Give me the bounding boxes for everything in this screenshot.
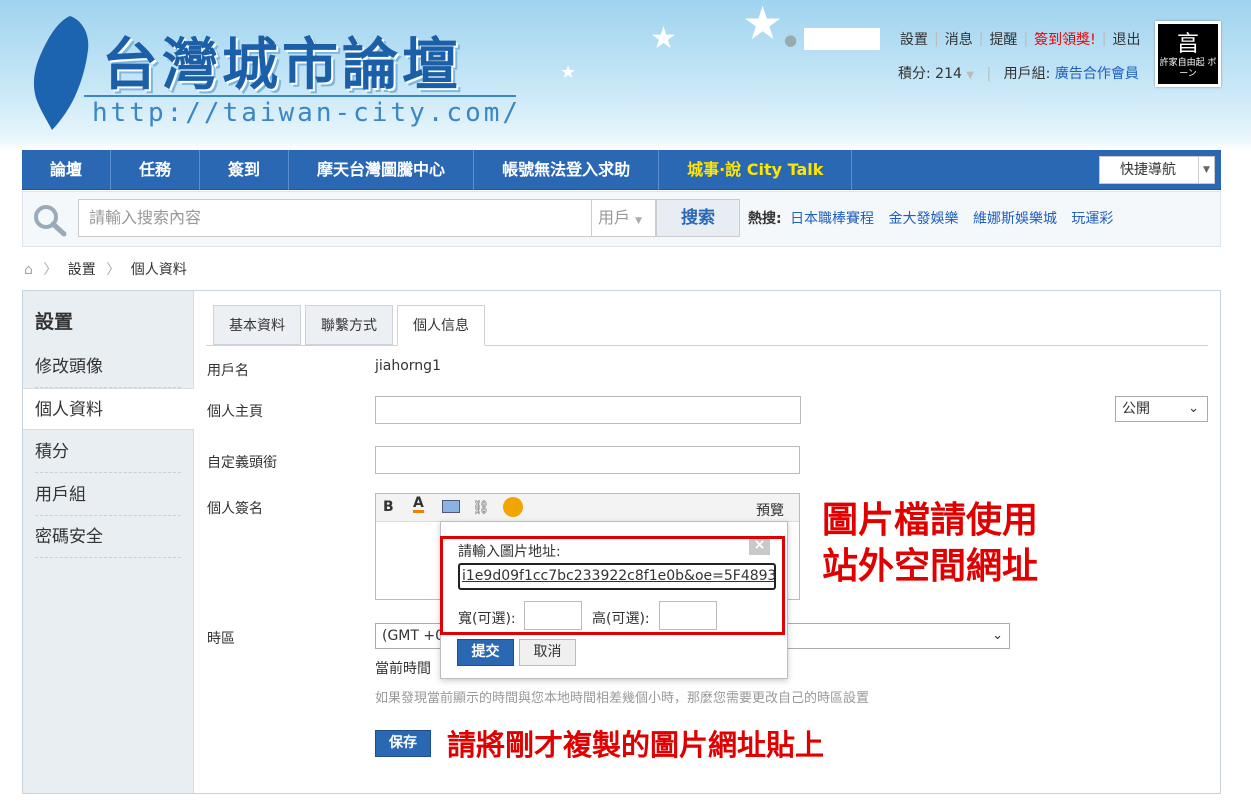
hot-search-label: 熱搜: — [748, 211, 782, 227]
user-links: ● 設置 | 消息 | 提醒 | 簽到領獎! | 退出 — [784, 28, 1147, 50]
chevron-down-icon: ▼ — [635, 216, 643, 226]
emoji-icon[interactable] — [503, 497, 523, 517]
nav-item-totem-center[interactable]: 摩天台灣圖騰中心 — [289, 150, 475, 190]
hot-search-link[interactable]: 維娜斯娛樂城 — [973, 211, 1057, 227]
chevron-right-icon: 〉 — [43, 262, 58, 278]
username-value: jiahorng1 — [375, 358, 441, 374]
bold-button[interactable]: B — [383, 499, 394, 515]
tab-contact[interactable]: 聯繫方式 — [305, 305, 393, 345]
chevron-right-icon: 〉 — [106, 262, 121, 278]
tab-basic-info[interactable]: 基本資料 — [213, 305, 301, 345]
sidebar-item-usergroup[interactable]: 用戶組 — [35, 474, 181, 516]
hot-search-link[interactable]: 金大發娛樂 — [889, 211, 959, 227]
tab-personal-info[interactable]: 個人信息 — [397, 305, 485, 346]
star-decoration-icon: ★ — [560, 62, 577, 83]
chevron-down-icon[interactable]: ▼ — [966, 70, 974, 81]
sidebar-item-points[interactable]: 積分 — [35, 431, 181, 473]
chevron-down-icon: ▼ — [1198, 157, 1214, 183]
usergroup-label: 用戶組: — [1003, 66, 1051, 82]
logo-url: http://taiwan-city.com/ — [92, 98, 522, 128]
usergroup-link[interactable]: 廣告合作會員 — [1055, 66, 1139, 82]
search-icon — [34, 205, 67, 237]
chevron-down-icon: ⌄ — [1188, 401, 1199, 416]
annotation-note: 圖片檔請使用 站外空間網址 — [822, 498, 1038, 590]
points-link[interactable]: 積分: 214 — [898, 66, 962, 82]
separator: | — [986, 66, 992, 82]
nav-item-tasks[interactable]: 任務 — [111, 150, 201, 190]
username-link[interactable] — [804, 28, 880, 50]
homepage-input[interactable] — [375, 396, 801, 424]
breadcrumb-profile: 個人資料 — [130, 262, 187, 278]
sidebar-item-password[interactable]: 密碼安全 — [35, 516, 181, 558]
breadcrumb-settings[interactable]: 設置 — [68, 262, 96, 278]
avatar-text: 許家自由起 ボーン — [1159, 58, 1217, 80]
search-type-select[interactable]: 用戶 ▼ — [592, 199, 656, 237]
user-icon: ● — [784, 31, 798, 49]
star-decoration-icon: ★ — [742, 0, 784, 50]
annotation-bottom: 請將剛才複製的圖片網址貼上 — [447, 728, 825, 762]
annotation-line-1: 圖片檔請使用 — [822, 500, 1039, 541]
editor-toolbar — [376, 494, 799, 522]
nav-item-city-talk[interactable]: 城事·說 City Talk — [659, 150, 853, 190]
signature-label: 個人簽名 — [207, 501, 263, 517]
main-nav: 論壇 任務 簽到 摩天台灣圖騰中心 帳號無法登入求助 城事·說 City Tal… — [22, 150, 1221, 190]
home-icon[interactable]: ⌂ — [24, 262, 33, 278]
timezone-hint: 如果發現當前顯示的時間與您本地時間相差幾個小時，那麼您需要更改自己的時區設置 — [375, 691, 870, 706]
hot-search-link[interactable]: 日本職棒賽程 — [790, 211, 874, 227]
breadcrumb: ⌂ 〉 設置 〉 個人資料 — [24, 259, 187, 279]
avatar-glyph-icon: 亯 — [1176, 32, 1199, 57]
privacy-value: 公開 — [1122, 401, 1150, 417]
search-button[interactable]: 搜索 — [656, 199, 740, 237]
settings-link[interactable]: 設置 — [894, 29, 934, 49]
reminders-link[interactable]: 提醒 — [983, 29, 1023, 49]
avatar[interactable]: 亯 許家自由起 ボーン — [1155, 21, 1221, 87]
nav-item-checkin[interactable]: 簽到 — [200, 150, 290, 190]
logo-divider — [84, 95, 516, 97]
quick-nav-button[interactable]: 快捷導航 ▼ — [1099, 156, 1215, 184]
submit-button[interactable]: 提交 — [457, 639, 514, 666]
star-decoration-icon: ★ — [650, 21, 677, 56]
homepage-label: 個人主頁 — [207, 404, 263, 420]
preview-button[interactable]: 預覽 — [756, 500, 784, 520]
chevron-down-icon: ⌄ — [992, 628, 1003, 643]
quick-nav-label: 快捷導航 — [1120, 162, 1176, 178]
settings-sidebar: 設置 修改頭像 個人資料 積分 用戶組 密碼安全 — [23, 291, 194, 793]
highlight-box — [440, 536, 785, 635]
taiwan-map-icon — [33, 16, 89, 130]
custom-title-input[interactable] — [375, 446, 800, 474]
timezone-value: (GMT +0 — [382, 628, 445, 644]
search-type-value: 用戶 — [598, 208, 631, 227]
link-icon[interactable]: ⛓ — [472, 500, 490, 516]
logo-title: 台灣城市論壇 — [102, 32, 462, 98]
nav-item-forum[interactable]: 論壇 — [22, 150, 112, 190]
timezone-label: 時區 — [207, 631, 235, 647]
sidebar-title: 設置 — [35, 311, 74, 333]
checkin-reward-link[interactable]: 簽到領獎! — [1028, 29, 1102, 49]
font-color-button[interactable]: A — [413, 496, 424, 513]
user-stats: 積分: 214 ▼ | 用戶組: 廣告合作會員 — [898, 63, 1139, 83]
image-icon[interactable] — [442, 500, 460, 513]
tab-divider — [206, 345, 1208, 346]
username-label: 用戶名 — [207, 363, 249, 379]
logout-link[interactable]: 退出 — [1107, 29, 1147, 49]
cancel-button[interactable]: 取消 — [519, 639, 576, 666]
hot-search-link[interactable]: 玩運彩 — [1071, 211, 1113, 227]
sidebar-item-profile[interactable]: 個人資料 — [23, 388, 194, 430]
save-button[interactable]: 保存 — [375, 730, 431, 757]
privacy-select[interactable]: 公開 ⌄ — [1115, 396, 1208, 422]
messages-link[interactable]: 消息 — [939, 29, 979, 49]
annotation-line-2: 站外空間網址 — [822, 546, 1039, 587]
sidebar-item-avatar[interactable]: 修改頭像 — [35, 346, 181, 388]
nav-item-login-help[interactable]: 帳號無法登入求助 — [474, 150, 660, 190]
custom-title-label: 自定義頭銜 — [207, 455, 277, 471]
hot-search: 熱搜: 日本職棒賽程 金大發娛樂 維娜斯娛樂城 玩運彩 — [748, 208, 1123, 228]
search-input[interactable]: 請輸入搜索內容 — [78, 199, 592, 237]
current-time-label: 當前時間 — [375, 661, 431, 677]
